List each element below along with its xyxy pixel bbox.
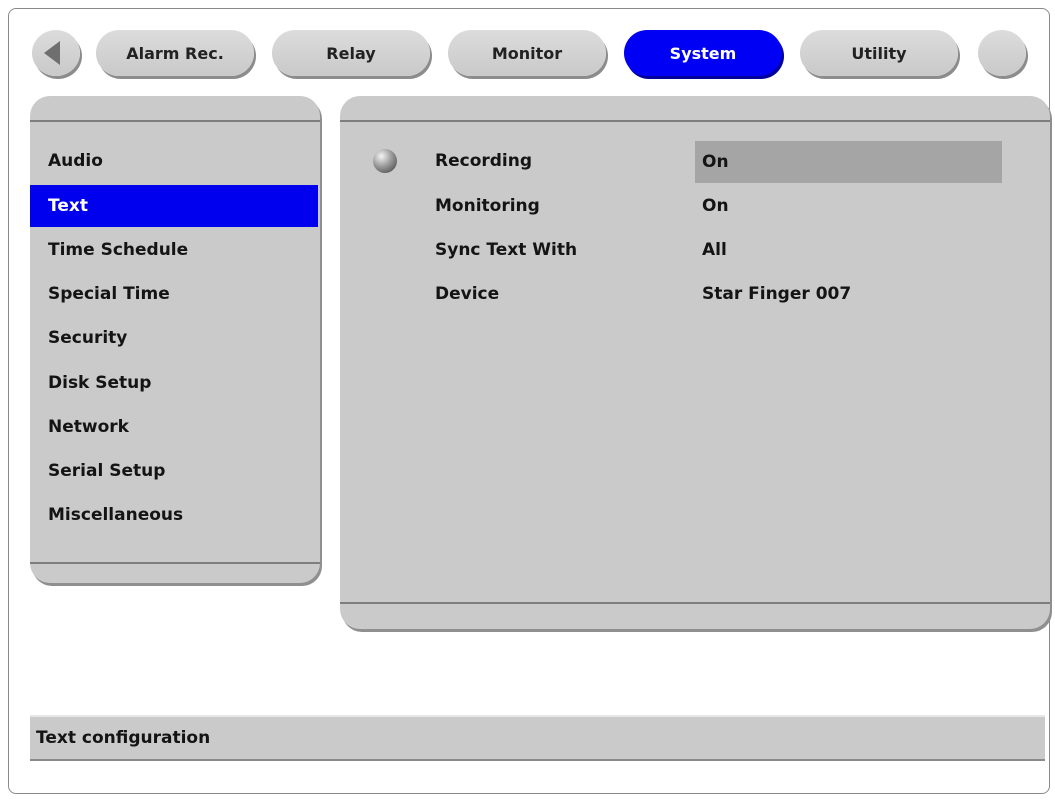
tab-label: Monitor	[491, 43, 563, 63]
tab-relay[interactable]: Relay	[272, 30, 430, 76]
monitoring-label[interactable]: Monitoring	[435, 191, 540, 221]
divider	[340, 120, 1050, 122]
divider	[30, 562, 320, 564]
monitoring-value[interactable]: On	[695, 185, 1002, 227]
back-button[interactable]	[32, 30, 80, 76]
tab-label: Relay	[326, 43, 376, 63]
sync-text-with-value[interactable]: All	[695, 229, 1002, 271]
sidebar-item-serial-setup[interactable]: Serial Setup	[30, 450, 318, 492]
tab-monitor[interactable]: Monitor	[448, 30, 606, 76]
recording-label[interactable]: Recording	[435, 146, 532, 176]
sidebar-item-disk-setup[interactable]: Disk Setup	[30, 362, 318, 404]
more-tabs-button[interactable]	[978, 30, 1026, 76]
sidebar: Audio Text Time Schedule Special Time Se…	[30, 96, 320, 583]
sidebar-item-special-time[interactable]: Special Time	[30, 273, 318, 315]
sidebar-item-time-schedule[interactable]: Time Schedule	[30, 229, 318, 271]
recording-value[interactable]: On	[695, 141, 1002, 183]
sync-text-with-label[interactable]: Sync Text With	[435, 235, 577, 265]
device-label[interactable]: Device	[435, 279, 499, 309]
tab-system[interactable]: System	[624, 30, 782, 76]
tab-label: Alarm Rec.	[126, 43, 224, 63]
tab-alarm-rec[interactable]: Alarm Rec.	[96, 30, 254, 76]
divider	[340, 602, 1050, 604]
left-arrow-icon	[44, 41, 60, 65]
sidebar-item-text[interactable]: Text	[30, 185, 318, 227]
device-value[interactable]: Star Finger 007	[695, 273, 1002, 315]
status-text: Text configuration	[36, 728, 211, 748]
sphere-bullet-icon	[373, 149, 397, 173]
status-bar: Text configuration	[30, 715, 1045, 761]
sidebar-item-audio[interactable]: Audio	[30, 140, 318, 182]
tab-utility[interactable]: Utility	[800, 30, 958, 76]
tab-label: Utility	[851, 43, 907, 63]
sidebar-item-miscellaneous[interactable]: Miscellaneous	[30, 494, 318, 536]
tab-label: System	[669, 43, 737, 63]
sidebar-item-network[interactable]: Network	[30, 406, 318, 448]
sidebar-item-security[interactable]: Security	[30, 317, 318, 359]
divider	[30, 120, 320, 122]
